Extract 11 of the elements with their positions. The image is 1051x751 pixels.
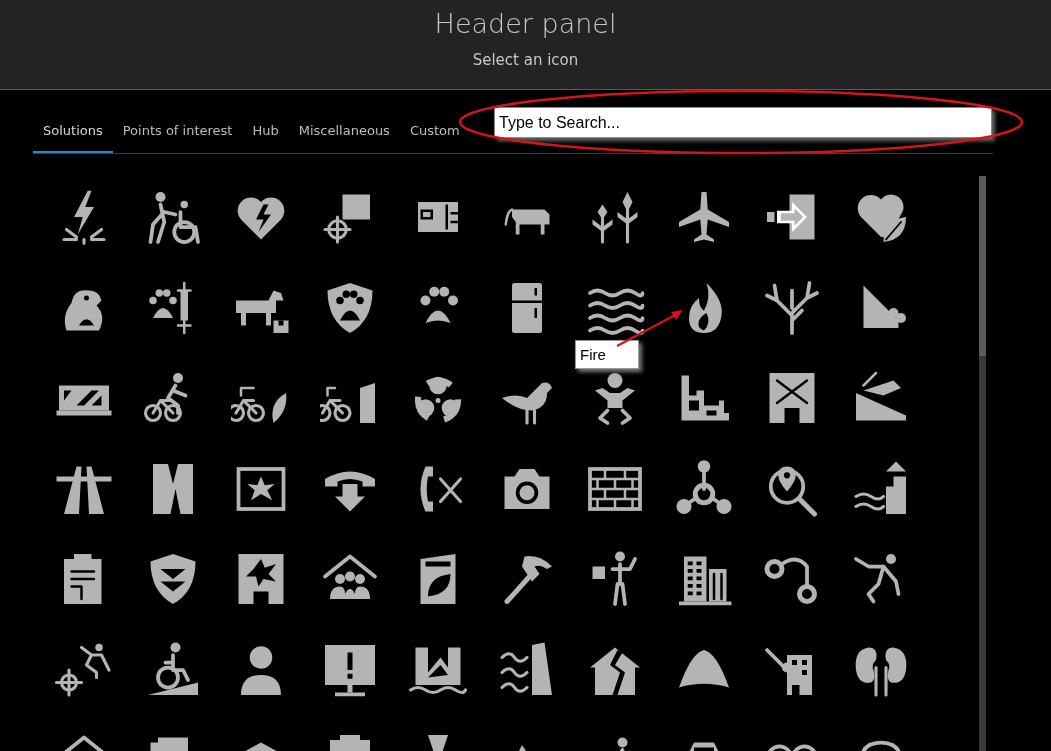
annotation-arrow (615, 308, 685, 348)
scrollbar[interactable] (979, 176, 986, 751)
category-tab[interactable]: Miscellaneous (288, 123, 400, 153)
search-field[interactable]: Type to Search... (494, 107, 992, 138)
category-tab[interactable]: Hub (242, 123, 289, 153)
category-tab[interactable]: Points of interest (112, 123, 243, 153)
panel-subtitle: Select an icon (472, 51, 579, 69)
category-tab[interactable]: Solutions (33, 123, 113, 153)
panel-title: Header panel (434, 8, 617, 39)
category-tab[interactable]: Custom (399, 123, 470, 153)
icon-tooltip: Fire (575, 340, 639, 369)
